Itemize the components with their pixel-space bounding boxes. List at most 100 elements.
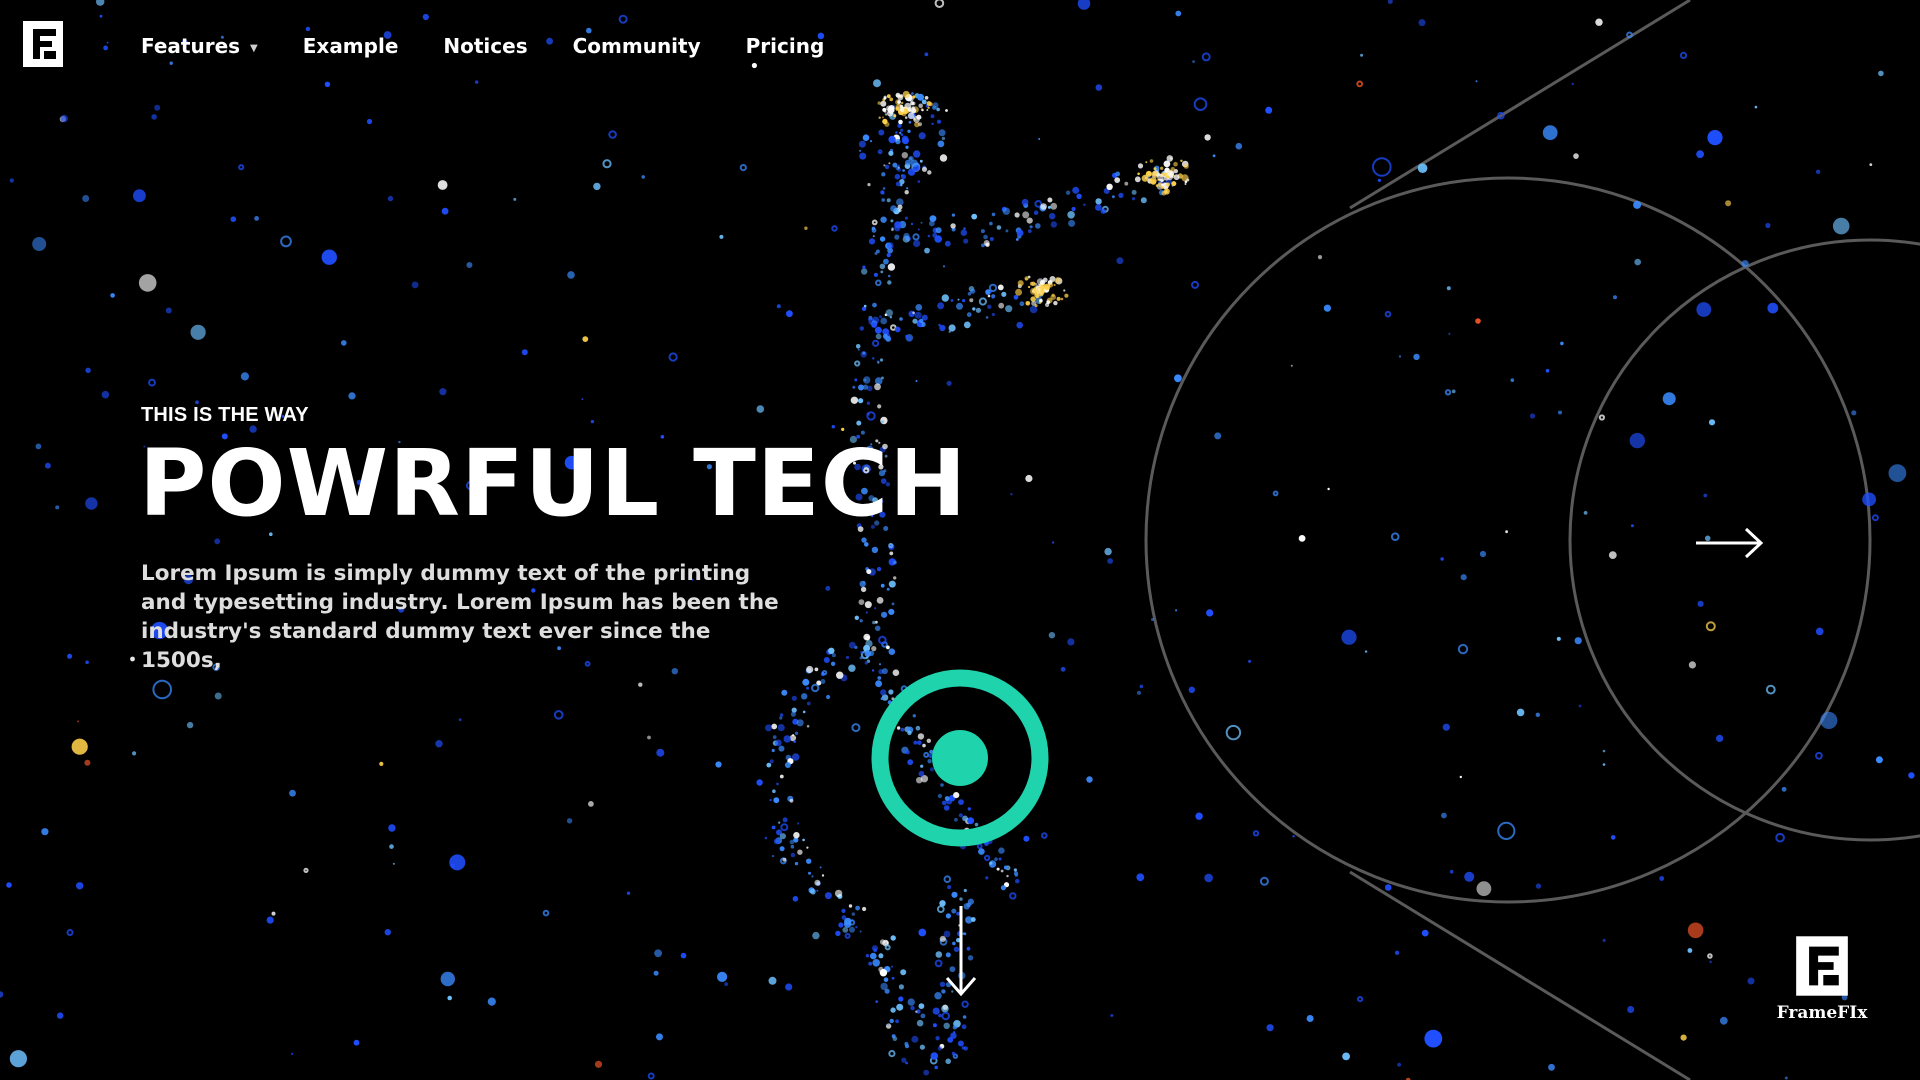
figure-particle [869,140,873,143]
figure-particle [963,238,969,244]
star-particle [756,405,765,413]
figure-particle [898,984,905,990]
glow-particle [902,90,910,98]
star-particle [1815,627,1824,636]
figure-particle [918,1003,925,1009]
figure-particle [887,263,896,271]
frame-logo-icon[interactable] [22,20,64,68]
figure-particle [901,174,906,180]
nav-item-example[interactable]: Example [303,34,399,58]
figure-particle [848,641,856,649]
nav-item-notices[interactable]: Notices [443,34,527,58]
star-particle [353,1039,360,1046]
figure-particle [907,129,911,133]
figure-particle [913,239,921,248]
star-particle [76,882,84,890]
figure-particle [889,1018,894,1024]
figure-particle [782,817,788,823]
star-particle [67,653,73,659]
figure-particle [935,227,942,234]
figure-particle [1002,207,1010,215]
glow-particle [1040,289,1045,295]
star-particle [1627,1006,1635,1013]
figure-particle [951,213,956,217]
glow-particle [882,116,884,119]
star-particle [873,79,881,88]
glow-particle [1040,279,1046,285]
figure-particle [951,1051,956,1056]
figure-particle [1050,202,1058,210]
star-particle [1360,53,1364,57]
figure-particle [924,247,930,254]
star-particle [1377,178,1381,182]
star-particle [1060,666,1066,672]
star-particle [55,505,60,510]
figure-particle [895,138,901,145]
star-particle [1629,432,1646,449]
figure-particle [859,656,863,660]
star-particle [6,882,12,888]
figure-particle [1072,186,1080,194]
star-particle [1598,414,1606,421]
star-particle [1871,514,1879,522]
target-icon[interactable] [870,668,1050,848]
star-particle [1248,659,1252,663]
figure-particle [894,225,901,232]
nav-item-pricing[interactable]: Pricing [746,34,825,58]
star-particle [1832,217,1850,235]
figure-particle [880,376,884,380]
figure-particle [962,299,966,303]
figure-particle [978,297,988,306]
figure-particle [998,847,1005,854]
nav-item-community[interactable]: Community [573,34,701,58]
figure-particle [816,889,819,892]
figure-particle [878,953,884,959]
star-particle [1703,493,1708,498]
figure-particle [854,378,858,382]
star-particle [1417,163,1428,173]
figure-particle [892,162,898,168]
star-particle [1558,410,1562,415]
star-particle [165,307,172,314]
figure-particle [773,797,780,804]
figure-particle [789,839,795,845]
star-particle [1272,490,1279,497]
figure-particle [849,926,855,933]
figure-particle [961,1024,967,1030]
figure-particle [934,992,942,1000]
star-particle [1451,389,1456,394]
figure-particle [1029,225,1033,229]
figure-particle [935,951,943,958]
star-particle [588,801,594,807]
figure-particle [859,149,862,152]
star-particle [656,748,665,757]
star-particle [1364,650,1368,653]
star-particle [1372,157,1392,177]
brand-footer-logo[interactable]: FrameFIx [1772,935,1872,1023]
figure-particle [779,833,787,840]
nav-item-features[interactable]: Features ▼ [141,34,258,58]
arrow-down-icon[interactable] [944,906,978,998]
figure-particle [1019,301,1025,307]
figure-particle [855,344,861,349]
star-particle [1397,1062,1401,1067]
figure-particle [843,920,852,928]
glow-particle [1183,163,1189,169]
figure-particle [774,739,782,747]
glow-particle [895,106,900,111]
figure-particle [907,168,916,176]
arrow-right-icon[interactable] [1696,526,1764,560]
figure-particle [1049,213,1056,220]
figure-particle [887,280,892,285]
star-particle [1418,19,1426,27]
figure-particle [875,279,882,287]
figure-particle [939,324,946,332]
star-particle [1460,574,1467,581]
star-particle [1139,684,1144,689]
figure-particle [835,930,841,937]
glow-particle [1024,276,1029,281]
figure-particle [766,762,772,768]
figure-particle [960,229,967,236]
star-particle [440,971,455,987]
glow-particle [1165,187,1168,191]
